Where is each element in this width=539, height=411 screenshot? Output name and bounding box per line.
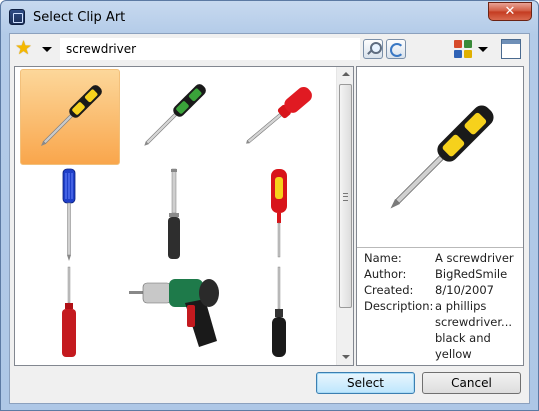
title-bar: Select Clip Art ✕ [1, 1, 538, 35]
star-icon[interactable]: ★ [15, 39, 35, 59]
detail-value: A screwdriver [435, 251, 514, 265]
electric-screwdriver-image [129, 279, 219, 347]
dialog-window: Select Clip Art ✕ ★ screwdriver Name: A … [0, 0, 539, 411]
screwdriver-image [271, 169, 287, 258]
detail-value: yellow [435, 347, 472, 361]
screwdriver-image [168, 168, 180, 259]
gallery-scrollbar[interactable] [336, 67, 353, 365]
window-title: Select Clip Art [33, 10, 126, 25]
dialog-client-area: ★ screwdriver Name: A screwdriver Author… [9, 33, 530, 404]
detail-value: BigRedSmile [435, 267, 508, 281]
thumbnail-red-handle-screwdriver[interactable] [230, 69, 330, 165]
view-mode-dropdown-arrow[interactable] [478, 47, 488, 52]
scroll-up-arrow[interactable] [342, 72, 350, 76]
favorites-dropdown-arrow[interactable] [42, 47, 52, 52]
select-button[interactable]: Select [316, 372, 415, 394]
thumbnail-red-yellow-screwdriver[interactable] [230, 167, 330, 263]
view-mode-icon[interactable] [454, 40, 472, 58]
screwdriver-preview-image [390, 105, 494, 209]
preview-image [357, 67, 523, 248]
search-input[interactable] [60, 38, 360, 60]
detail-value: screwdriver... [435, 315, 513, 329]
preview-pane: Name: A screwdriver Author: BigRedSmile … [356, 66, 524, 366]
screwdriver-image [62, 168, 76, 261]
thumbnail-black-flat-screwdriver[interactable] [125, 167, 225, 263]
detail-value: black and [435, 331, 491, 345]
detail-label: Author: [364, 267, 407, 281]
screwdriver-image [272, 266, 286, 357]
clip-art-app-icon [9, 9, 25, 25]
close-button[interactable]: ✕ [488, 2, 532, 21]
clip-details: Name: A screwdriver Author: BigRedSmile … [357, 248, 523, 365]
screwdriver-image [246, 87, 312, 144]
magnifier-icon [370, 42, 382, 54]
thumbnail-grid [15, 67, 337, 365]
search-button[interactable] [363, 39, 383, 59]
scrollbar-thumb[interactable] [339, 84, 352, 308]
screwdriver-image [41, 85, 102, 146]
clip-art-gallery [14, 66, 354, 366]
thumbnail-cordless-electric-screwdriver[interactable] [125, 265, 225, 361]
scroll-down-arrow[interactable] [342, 355, 350, 359]
screwdriver-image [144, 84, 206, 146]
thumbnail-black-screwdriver[interactable] [230, 265, 330, 361]
refresh-button[interactable] [386, 39, 406, 59]
thumbnail-red-handle-screwdriver-2[interactable] [20, 265, 120, 361]
detail-label: Created: [364, 283, 414, 297]
thumbnail-blue-screwdriver[interactable] [20, 167, 120, 263]
detail-value: 8/10/2007 [435, 283, 494, 297]
detail-value: a phillips [435, 299, 487, 313]
refresh-icon [390, 43, 404, 57]
thumbnail-yellow-black-screwdriver[interactable] [20, 69, 120, 165]
cancel-button[interactable]: Cancel [422, 372, 521, 394]
detail-label: Description: [364, 299, 434, 313]
thumbnail-green-black-screwdriver[interactable] [125, 69, 225, 165]
screwdriver-image [62, 266, 76, 357]
detail-label: Name: [364, 251, 402, 265]
toolbar: ★ [10, 34, 529, 64]
preview-pane-icon[interactable] [501, 39, 521, 59]
